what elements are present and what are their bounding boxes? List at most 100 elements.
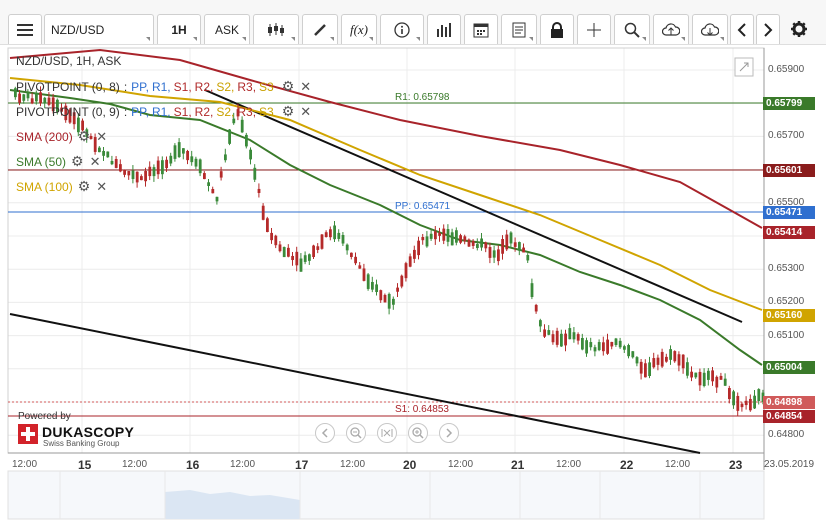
candle-body <box>337 232 341 239</box>
sma-200-line <box>9 48 763 229</box>
time-axis-label: 12:00 <box>665 459 691 470</box>
legend-name: SMA (100) <box>16 180 73 194</box>
candle-body <box>492 250 496 258</box>
legend-pivot-item: PP, <box>131 105 149 119</box>
close-icon[interactable]: ✕ <box>90 154 101 169</box>
candle-body <box>413 249 416 259</box>
time-axis-label: 21 <box>511 458 525 472</box>
candle-body <box>597 342 601 351</box>
legend-row[interactable]: SMA (200) ⚙ ✕ <box>16 128 107 144</box>
candle-body <box>669 349 672 360</box>
candle-body <box>333 225 336 240</box>
close-icon[interactable]: ✕ <box>96 179 107 194</box>
nav-right-button[interactable] <box>439 423 459 443</box>
candle-body <box>442 228 446 241</box>
navigator-panel[interactable] <box>7 470 765 520</box>
candle-body <box>387 293 391 309</box>
zoom-out-icon <box>350 427 362 439</box>
candle-body <box>690 371 693 378</box>
gear-icon[interactable]: ⚙ <box>78 178 91 194</box>
candle-body <box>555 330 559 345</box>
candle-body <box>161 160 164 175</box>
candle-body <box>169 155 173 164</box>
legend-separator: : <box>123 105 128 119</box>
candle-body <box>749 398 752 411</box>
candle-body <box>400 275 404 287</box>
candle-body <box>245 134 248 147</box>
candle-body <box>278 244 282 252</box>
price-tag: 0.65004 <box>763 361 815 374</box>
candle-body <box>450 232 454 246</box>
candle-body <box>320 234 324 249</box>
gear-icon[interactable]: ⚙ <box>282 78 295 94</box>
expand-icon[interactable] <box>734 57 754 77</box>
candle-body <box>547 330 551 335</box>
zoom-out-button[interactable] <box>346 423 366 443</box>
legend-pivot-item: S3 <box>259 105 274 119</box>
candle-body <box>576 334 580 341</box>
candle-body <box>35 93 38 102</box>
candle-body <box>707 370 710 380</box>
price-axis-label: 0.65300 <box>768 263 805 275</box>
candle-body <box>593 347 597 352</box>
upper-trendline <box>204 89 743 323</box>
legend-name: PIVOTPOINT (0, 8) <box>16 80 120 94</box>
gear-icon[interactable]: ⚙ <box>282 103 295 119</box>
candle-body <box>463 236 467 242</box>
candle-body <box>177 142 181 158</box>
candle-body <box>694 372 698 378</box>
fit-button[interactable] <box>377 423 397 443</box>
candle-body <box>711 370 714 382</box>
time-axis-label: 16 <box>186 458 200 472</box>
time-axis-label: 22 <box>620 458 634 472</box>
candle-body <box>744 400 748 406</box>
candle-body <box>719 375 723 380</box>
time-axis-label: 12:00 <box>12 459 38 470</box>
candle-body <box>732 391 735 406</box>
candle-body <box>404 263 408 279</box>
legend-row[interactable]: SMA (50) ⚙ ✕ <box>16 153 100 169</box>
brand-name: DUKASCOPY <box>42 424 135 440</box>
candle-body <box>753 395 756 409</box>
candle-body <box>308 254 311 261</box>
candle-body <box>434 231 437 240</box>
candle-body <box>219 171 223 178</box>
gear-icon[interactable]: ⚙ <box>78 128 91 144</box>
candle-body <box>106 151 110 158</box>
candle-body <box>673 351 677 362</box>
candle-body <box>224 154 227 161</box>
candle-body <box>656 357 660 365</box>
candle-body <box>480 238 483 248</box>
candle-body <box>316 246 320 250</box>
price-tag: 0.65160 <box>763 309 815 322</box>
candle-body <box>287 247 290 257</box>
legend-pivot-item: R1, <box>151 80 171 94</box>
time-axis-label: 12:00 <box>448 459 474 470</box>
candle-body <box>429 233 433 239</box>
legend-row[interactable]: SMA (100) ⚙ ✕ <box>16 178 107 194</box>
candle-body <box>140 176 143 181</box>
close-icon[interactable]: ✕ <box>96 129 107 144</box>
candle-body <box>648 362 651 377</box>
candle-body <box>270 232 273 241</box>
candle-body <box>488 247 492 258</box>
nav-left-button[interactable] <box>315 423 335 443</box>
candle-body <box>144 171 147 182</box>
candle-body <box>631 351 635 358</box>
candle-body <box>618 340 622 348</box>
candle-body <box>173 145 177 159</box>
time-axis-label: 12:00 <box>122 459 148 470</box>
legend-separator: : <box>123 80 128 94</box>
price-tag: 0.64854 <box>763 410 815 423</box>
candle-body <box>312 245 315 258</box>
legend-row[interactable]: PIVOTPOINT (0, 9): PP, R1, S1, R2, S2, R3, S3 ⚙ ✕ <box>16 103 311 119</box>
close-icon[interactable]: ✕ <box>300 79 311 94</box>
gear-icon[interactable]: ⚙ <box>71 153 84 169</box>
brand-subtitle: Swiss Banking Group <box>43 439 120 448</box>
candle-body <box>602 342 605 352</box>
close-icon[interactable]: ✕ <box>300 104 311 119</box>
legend-name: SMA (50) <box>16 155 67 169</box>
legend-row[interactable]: PIVOTPOINT (0, 8): PP, R1, S1, R2, S2, R3, S3 ⚙ ✕ <box>16 78 311 94</box>
zoom-in-button[interactable] <box>408 423 428 443</box>
candle-body <box>425 236 429 247</box>
